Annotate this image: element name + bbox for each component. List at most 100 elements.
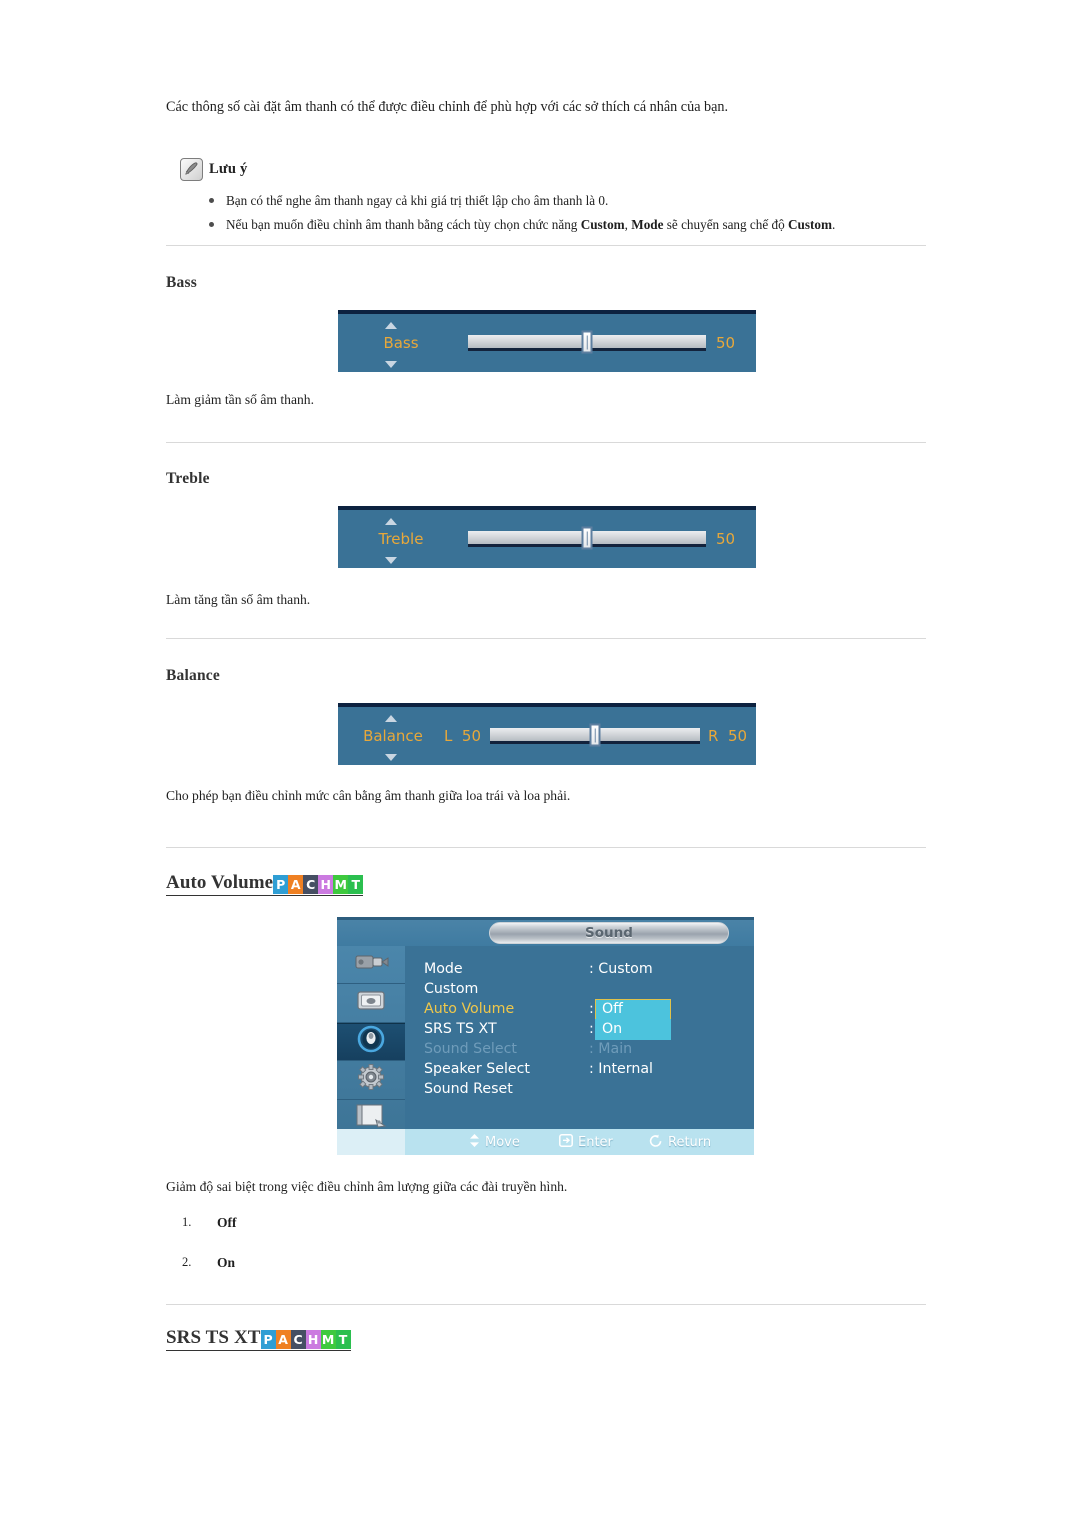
note-pen-icon [180, 158, 203, 181]
osd-row-sound-select: Sound Select [424, 1041, 517, 1057]
chevron-down-icon[interactable] [385, 361, 397, 368]
sidebar-item-sound[interactable] [337, 1022, 405, 1062]
return-arrow-icon [649, 1134, 663, 1151]
badge-h: H [305, 1330, 321, 1349]
list-item-number: 2. [182, 1255, 192, 1269]
sidebar-item-input[interactable] [337, 946, 405, 985]
osd-title-pill: Sound [489, 922, 729, 944]
note-header: Lưu ý [180, 158, 248, 181]
badge-t: T [348, 875, 364, 894]
note-list: Bạn có thể nghe âm thanh ngay cả khi giá… [206, 190, 946, 238]
badge-c: C [303, 875, 319, 894]
balance-caption: Cho phép bạn điều chỉnh mức cân bằng âm … [166, 788, 571, 803]
balance-right-value: 50 [727, 727, 748, 745]
bass-slider-osd[interactable]: Bass 50 [338, 310, 756, 372]
treble-label: Treble [378, 530, 424, 548]
balance-right-letter: R [708, 727, 719, 745]
footer-enter-label: Enter [578, 1134, 613, 1150]
srs-heading-text: SRS TS XT [166, 1327, 261, 1348]
badge-c: C [290, 1330, 306, 1349]
chevron-down-icon[interactable] [385, 754, 397, 761]
anchor-heading-srs-ts-xt[interactable]: SRS TS XT P A C H M T [166, 1327, 351, 1351]
picture-monitor-icon [352, 988, 390, 1019]
balance-right-label: R 50 [708, 727, 747, 745]
osd-row-mode[interactable]: Mode [424, 961, 463, 977]
footer-move[interactable]: Move [469, 1133, 520, 1151]
setup-gear-icon [355, 1063, 387, 1096]
osd-row-srs-ts-xt[interactable]: SRS TS XT [424, 1021, 497, 1037]
osd-sidebar[interactable] [337, 946, 406, 1138]
osd-value-sound-select: : Main [589, 1041, 633, 1057]
intro-paragraph: Các thông số cài đặt âm thanh có thể đượ… [166, 99, 729, 115]
list-item: 1. Off [182, 1215, 237, 1231]
list-item: 2. On [182, 1255, 237, 1271]
balance-left-letter: L [444, 727, 453, 745]
balance-knob[interactable] [589, 723, 601, 746]
chevron-up-icon[interactable] [385, 322, 397, 329]
osd-option-on[interactable]: On [595, 1019, 671, 1040]
document-page: Các thông số cài đặt âm thanh có thể đượ… [0, 0, 1080, 1527]
balance-left-value: 50 [461, 727, 481, 745]
sound-osd-menu[interactable]: Sound Mode Custom Auto Volume SRS TS XT … [337, 917, 754, 1155]
footer-return-label: Return [668, 1134, 712, 1150]
balance-left-label: L 50 [444, 727, 481, 745]
auto-volume-caption: Giảm độ sai biệt trong việc điều chỉnh â… [166, 1179, 568, 1194]
osd-titlebar: Sound [337, 920, 754, 946]
sidebar-item-setup[interactable] [337, 1061, 405, 1100]
badge-t: T [335, 1330, 351, 1349]
badge-m: M [320, 1330, 336, 1349]
osd-title: Sound [585, 925, 633, 941]
enter-key-icon [559, 1133, 573, 1151]
bass-value: 50 [716, 334, 736, 352]
osd-row-speaker-select[interactable]: Speaker Select [424, 1061, 530, 1077]
badge-p: P [273, 875, 289, 894]
osd-value-mode: : Custom [589, 961, 653, 977]
bass-knob[interactable] [581, 330, 593, 353]
auto-volume-heading-text: Auto Volume [166, 872, 274, 893]
chevron-up-icon[interactable] [385, 715, 397, 722]
list-item: Bạn có thể nghe âm thanh ngay cả khi giá… [206, 190, 946, 211]
badge-a: A [275, 1330, 291, 1349]
footer-return[interactable]: Return [649, 1134, 711, 1151]
bass-track[interactable] [468, 330, 706, 353]
osd-row-auto-volume[interactable]: Auto Volume [424, 1001, 514, 1017]
list-item-label: On [217, 1255, 236, 1270]
bass-label: Bass [383, 334, 419, 352]
bass-caption: Làm giảm tần số âm thanh. [166, 392, 314, 407]
divider [166, 847, 926, 848]
badge-group-srs: P A C H M T [260, 1330, 351, 1349]
balance-track[interactable] [490, 723, 700, 746]
treble-knob[interactable] [581, 526, 593, 549]
section-heading-treble: Treble [166, 470, 210, 487]
treble-caption: Làm tăng tần số âm thanh. [166, 592, 311, 607]
treble-slider-osd[interactable]: Treble 50 [338, 506, 756, 568]
chevron-up-icon[interactable] [385, 518, 397, 525]
badge-p: P [260, 1330, 276, 1349]
badge-a: A [288, 875, 304, 894]
osd-row-custom[interactable]: Custom [424, 981, 478, 997]
osd-value-srs-ts-xt: : [589, 1021, 594, 1037]
list-item-label: Off [217, 1215, 237, 1230]
treble-value: 50 [716, 530, 736, 548]
badge-h: H [318, 875, 334, 894]
divider [166, 442, 926, 443]
note-title: Lưu ý [209, 161, 248, 177]
divider [166, 638, 926, 639]
section-heading-bass: Bass [166, 274, 197, 291]
osd-value-auto-volume: : [589, 1001, 594, 1017]
balance-slider-osd[interactable]: Balance L 50 R 50 [338, 703, 756, 765]
sidebar-item-picture[interactable] [337, 984, 405, 1023]
auto-volume-option-list: 1. Off 2. On [182, 1215, 237, 1295]
footer-move-label: Move [485, 1134, 520, 1150]
chevron-down-icon[interactable] [385, 557, 397, 564]
footer-enter[interactable]: Enter [559, 1133, 613, 1151]
osd-option-off[interactable]: Off [595, 999, 671, 1020]
osd-row-sound-reset[interactable]: Sound Reset [424, 1081, 513, 1097]
badge-m: M [333, 875, 349, 894]
badge-group-auto-volume: P A C H M T [273, 875, 364, 894]
treble-track[interactable] [468, 526, 706, 549]
list-item: Nếu bạn muốn điều chỉnh âm thanh bằng cá… [206, 214, 946, 235]
list-item-number: 1. [182, 1215, 192, 1229]
anchor-heading-auto-volume[interactable]: Auto Volume P A C H M T [166, 872, 364, 896]
osd-footer-notch [337, 1129, 405, 1155]
